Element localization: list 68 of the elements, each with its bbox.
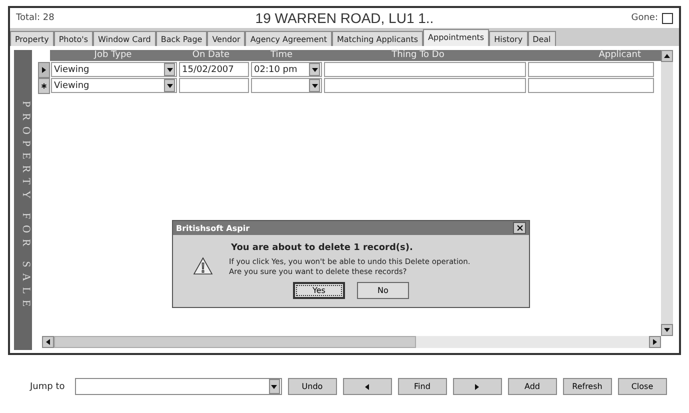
- footer-button[interactable]: Find: [398, 378, 447, 395]
- tab[interactable]: Matching Applicants: [332, 31, 424, 46]
- record-selector[interactable]: [38, 62, 50, 78]
- dialog-button[interactable]: No: [357, 282, 409, 299]
- footer-button[interactable]: Undo: [288, 378, 337, 395]
- dropdown-arrow-icon: [312, 82, 318, 88]
- tab[interactable]: Agency Agreement: [245, 31, 332, 46]
- column-header: Applicant: [598, 50, 642, 61]
- scroll-left-button-icon: [45, 339, 51, 345]
- tab[interactable]: Deal: [528, 31, 556, 46]
- dialog-message: You are about to delete 1 record(s).: [231, 243, 414, 253]
- tab[interactable]: Property: [10, 31, 54, 46]
- property-title: 19 WARREN ROAD, LU1 1..: [254, 10, 435, 26]
- scroll-right-button[interactable]: [649, 336, 661, 348]
- input-field[interactable]: [324, 62, 526, 77]
- dropdown-field[interactable]: Viewing: [51, 78, 177, 93]
- gone-checkbox[interactable]: [662, 12, 673, 24]
- tab[interactable]: Photo's: [54, 31, 94, 46]
- scroll-right-button-icon: [652, 339, 658, 345]
- dropdown-arrow-icon: [312, 66, 318, 72]
- dropdown-field[interactable]: [251, 78, 322, 93]
- dialog-title: Britishsoft Aspir: [176, 224, 250, 232]
- footer-button[interactable]: Add: [508, 378, 557, 395]
- next-button[interactable]: [452, 378, 502, 395]
- warning-icon: [193, 257, 213, 275]
- scroll-up-button-icon: [664, 53, 670, 59]
- tab[interactable]: Appointments: [423, 29, 490, 46]
- dropdown-arrow-icon: [271, 384, 278, 390]
- scroll-thumb[interactable]: [54, 336, 416, 348]
- tab[interactable]: History: [489, 31, 528, 46]
- jump-label: Jump to: [30, 382, 65, 392]
- dropdown-arrow-icon: [166, 66, 172, 72]
- input-field[interactable]: [528, 62, 654, 77]
- scroll-up-button[interactable]: [661, 50, 673, 62]
- pointer-icon: [41, 67, 47, 73]
- dropdown-field[interactable]: Viewing: [51, 62, 177, 77]
- column-header: On Date: [191, 50, 231, 61]
- left-arrow-icon: [364, 384, 370, 390]
- input-field[interactable]: 15/02/2007: [179, 62, 249, 77]
- close-icon: [516, 225, 522, 231]
- input-field[interactable]: [324, 78, 526, 93]
- jump-dropdown[interactable]: [74, 378, 282, 395]
- input-field[interactable]: [179, 78, 249, 93]
- record-count: Total: 28: [16, 13, 56, 23]
- dialog-button[interactable]: Yes: [293, 282, 345, 299]
- column-header: Time: [269, 50, 294, 61]
- footer-button[interactable]: Close: [618, 378, 667, 395]
- tab[interactable]: Window Card: [93, 31, 156, 46]
- footer-button[interactable]: Refresh: [562, 378, 612, 395]
- dropdown-arrow-icon: [166, 82, 172, 88]
- horizontal-scrollbar[interactable]: [42, 336, 661, 348]
- scroll-down-button[interactable]: [661, 324, 673, 336]
- tab[interactable]: Vendor: [207, 31, 246, 46]
- tab[interactable]: Back Page: [156, 31, 208, 46]
- record-selector[interactable]: [38, 78, 50, 94]
- vertical-scrollbar[interactable]: [661, 50, 673, 336]
- scroll-down-button-icon: [664, 327, 670, 333]
- close-button[interactable]: [513, 222, 526, 234]
- dropdown-field[interactable]: 02:10 pm: [251, 62, 322, 77]
- scroll-left-button[interactable]: [42, 336, 54, 348]
- column-header: Thing To Do: [390, 50, 446, 61]
- gone-label: Gone:: [631, 13, 658, 23]
- input-field[interactable]: [528, 78, 654, 93]
- column-header: Job Type: [92, 50, 133, 61]
- asterisk-icon: [41, 83, 47, 89]
- right-arrow-icon: [474, 384, 480, 390]
- side-label: PROPERTY FOR SALE: [14, 50, 32, 350]
- previous-button[interactable]: [342, 378, 392, 395]
